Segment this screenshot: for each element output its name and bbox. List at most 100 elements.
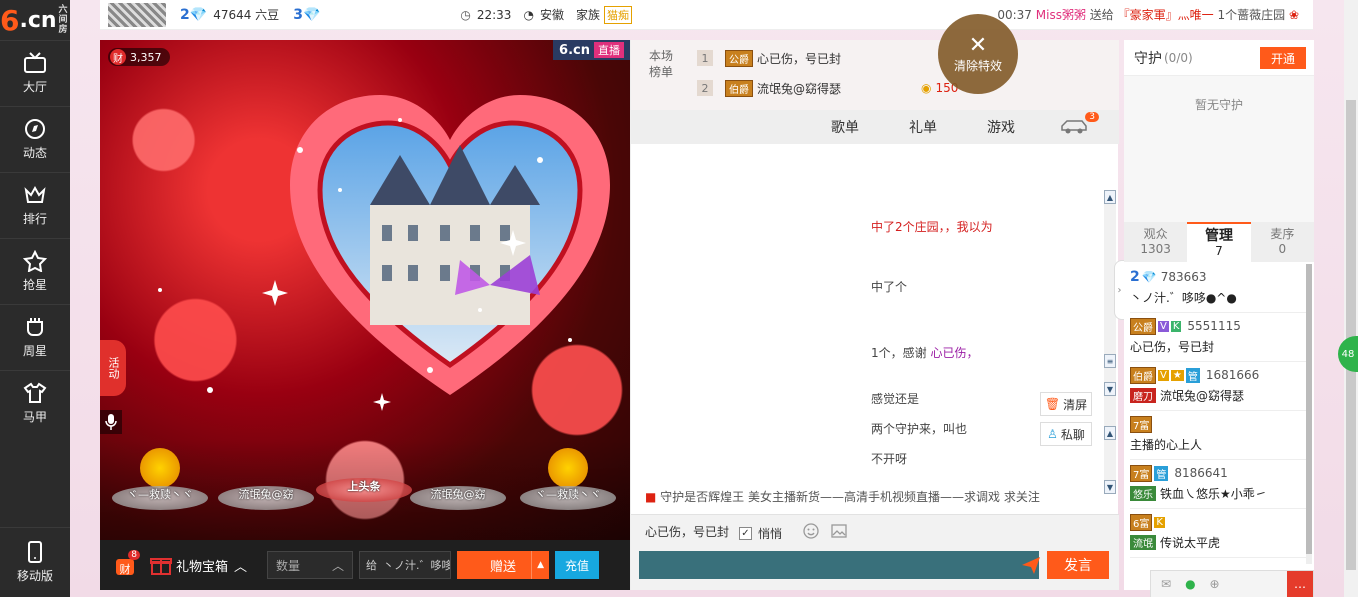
chevron-up-icon[interactable]: ︿: [332, 557, 344, 574]
list-item[interactable]: 公爵 V K 5551115 心已伤，号已封: [1130, 313, 1306, 362]
tab-song-list[interactable]: 歌单: [831, 117, 859, 137]
chevron-down-icon[interactable]: ▼: [1104, 480, 1116, 494]
whisper-label: 悄悄: [758, 527, 783, 541]
list-item[interactable]: 6富 K 流氓 传说太平虎: [1130, 509, 1306, 558]
page-scrollbar[interactable]: [1344, 0, 1358, 597]
smile-icon[interactable]: [803, 523, 819, 539]
noble-tag: 公爵: [1130, 317, 1156, 335]
check-circle-icon[interactable]: ●: [1185, 577, 1195, 591]
chat-input[interactable]: [639, 551, 1039, 579]
scroll-track: [1104, 440, 1116, 480]
triangle-up-icon[interactable]: ▲: [531, 551, 549, 579]
chevron-up-icon[interactable]: ▲: [1104, 426, 1116, 440]
chevron-down-icon[interactable]: ▼: [1104, 382, 1116, 396]
nav-item-rank[interactable]: 排行: [0, 172, 70, 238]
post-message-button[interactable]: 发言: [1047, 551, 1109, 579]
clear-effects-button[interactable]: ✕ 清除特效: [938, 14, 1018, 94]
gift-box-button[interactable]: 礼物宝箱 ︿: [150, 555, 247, 575]
tab-games[interactable]: 游戏: [987, 117, 1015, 137]
user-list-scrollbar[interactable]: [1306, 264, 1312, 564]
scroll-thumb[interactable]: ≡: [1104, 354, 1116, 368]
manager-icon: 管: [1185, 367, 1200, 383]
tab-audience[interactable]: 观众 1303: [1124, 222, 1187, 262]
rank-number: 1: [697, 50, 713, 66]
headline-seat[interactable]: 上头条: [316, 470, 412, 502]
mail-icon[interactable]: ✉: [1161, 577, 1171, 591]
recipient-name: 丶ノ汁.゛哆哆: [383, 559, 452, 572]
chat-bubble-icon[interactable]: …: [1287, 571, 1313, 597]
mic-icon[interactable]: [100, 410, 122, 434]
quantity-field[interactable]: 数量 ︿: [267, 551, 354, 579]
expand-panel-handle[interactable]: ›: [1114, 260, 1124, 320]
private-chat-label: 私聊: [1060, 427, 1085, 442]
scroll-thumb[interactable]: [1306, 264, 1312, 554]
podium-seat[interactable]: 流氓兔@窈: [410, 478, 506, 510]
scroll-track: [1104, 396, 1116, 426]
nav-item-mobile[interactable]: 移动版: [0, 527, 70, 597]
marquee-user[interactable]: Miss粥粥: [1036, 8, 1086, 22]
recharge-button[interactable]: 充值: [555, 551, 600, 579]
list-item[interactable]: 2 💎 783663 丶ノ汁.゛哆哆●^●: [1130, 264, 1306, 313]
video-stage[interactable]: 财 3,357 6.cn 直播 活动 ヾ—救赎丶ヾ 流氓兔@窈 上头条 流氓兔@…: [100, 40, 630, 540]
tab-gift-list[interactable]: 礼单: [909, 117, 937, 137]
wealth-badge[interactable]: 财 3,357: [108, 48, 170, 66]
gift-box-label: 礼物宝箱: [176, 559, 229, 575]
k-icon: K: [1154, 516, 1165, 528]
recipient-field[interactable]: 给 丶ノ汁.゛哆哆: [359, 551, 452, 579]
wealth-tag: 7富: [1130, 415, 1153, 433]
marquee-target[interactable]: 『豪家軍』灬唯一: [1118, 8, 1214, 22]
audience-tabs: 观众 1303 管理 7 麦序 0: [1124, 222, 1314, 262]
whisper-checkbox[interactable]: ✓ 悄悄: [739, 525, 782, 542]
nav-item-hall[interactable]: 大厅: [0, 40, 70, 106]
paper-plane-icon[interactable]: [1021, 555, 1041, 575]
open-guard-button[interactable]: 开通: [1260, 47, 1306, 69]
message-text: 不开呀: [871, 452, 908, 466]
family-tag[interactable]: 猫痴: [603, 5, 632, 24]
heart-frame-effect: [290, 95, 610, 395]
wealth-value: 3,357: [130, 50, 162, 64]
wealth-button[interactable]: 财 8: [108, 548, 142, 582]
car-icon[interactable]: 3: [1059, 112, 1099, 138]
floating-widget[interactable]: 48: [1338, 336, 1358, 372]
list-item[interactable]: 7富 主播的心上人: [1130, 411, 1306, 460]
nav-item-grab-star[interactable]: 抢星: [0, 238, 70, 304]
rank-row[interactable]: 1 公爵 心已伤，号已封: [697, 48, 841, 68]
tab-mic-queue[interactable]: 麦序 0: [1251, 222, 1314, 262]
private-chat-button[interactable]: ♙ 私聊: [1040, 422, 1092, 446]
scroll-thumb[interactable]: [1346, 100, 1356, 570]
cup-icon: [27, 318, 43, 336]
notice-prefix: 守护是否辉煌王: [660, 490, 745, 504]
send-gift-button[interactable]: 赠送 ▲: [457, 551, 550, 579]
nav-item-weekly-star[interactable]: 周星: [0, 304, 70, 370]
chat-message: 感觉还是: [871, 390, 919, 407]
chevron-up-icon[interactable]: ▲: [1104, 190, 1116, 204]
podium-seat[interactable]: ヾ—救赎丶ヾ: [112, 448, 208, 510]
podium-seat[interactable]: 流氓兔@窈: [218, 478, 314, 510]
family-label: 家族: [575, 8, 600, 22]
nav-label: 周星: [22, 344, 47, 358]
rank-row[interactable]: 2 伯爵 流氓兔@窈得瑟 ◉ 150: [697, 78, 958, 98]
nav-label: 大厅: [22, 80, 47, 94]
tab-admin[interactable]: 管理 7: [1187, 222, 1251, 262]
recharge-label: 充值: [565, 558, 590, 573]
message-user[interactable]: 心已伤，: [930, 346, 978, 360]
chat-tabs: 歌单 礼单 游戏 3: [631, 110, 1119, 144]
chat-target-user[interactable]: 心已伤，号已封: [645, 523, 729, 540]
noble-tag: 伯爵: [1130, 366, 1156, 384]
anchor-avatar[interactable]: [108, 2, 166, 27]
chat-message: 中了个: [871, 278, 907, 295]
chat-panel: 本场榜单 1 公爵 心已伤，号已封 2 伯爵 流氓兔@窈得瑟 ◉ 150 歌单 …: [630, 40, 1119, 590]
zoom-icon[interactable]: ⊕: [1210, 577, 1220, 591]
list-item[interactable]: 7富管 8186641 悠乐 铁血㇏悠乐★小乖㇀: [1130, 460, 1306, 509]
list-item[interactable]: 伯爵 V ★ 管 1681666 磨刀 流氓兔@窈得瑟: [1130, 362, 1306, 411]
level-number: 3: [293, 6, 303, 23]
checkbox-checked[interactable]: ✓: [739, 527, 752, 540]
site-logo[interactable]: 6 .cn 六间房: [0, 0, 70, 40]
chat-scrollbar[interactable]: ▲ ≡ ▼ ▲ ▼: [1104, 190, 1116, 494]
activity-tab[interactable]: 活动: [100, 340, 126, 396]
nav-item-dynamic[interactable]: 动态: [0, 106, 70, 172]
podium-seat[interactable]: ヾ—救赎丶ヾ: [520, 448, 616, 510]
clear-screen-button[interactable]: 🗑 清屏: [1040, 392, 1092, 416]
image-icon[interactable]: [831, 523, 847, 539]
nav-item-vest[interactable]: 马甲: [0, 370, 70, 436]
